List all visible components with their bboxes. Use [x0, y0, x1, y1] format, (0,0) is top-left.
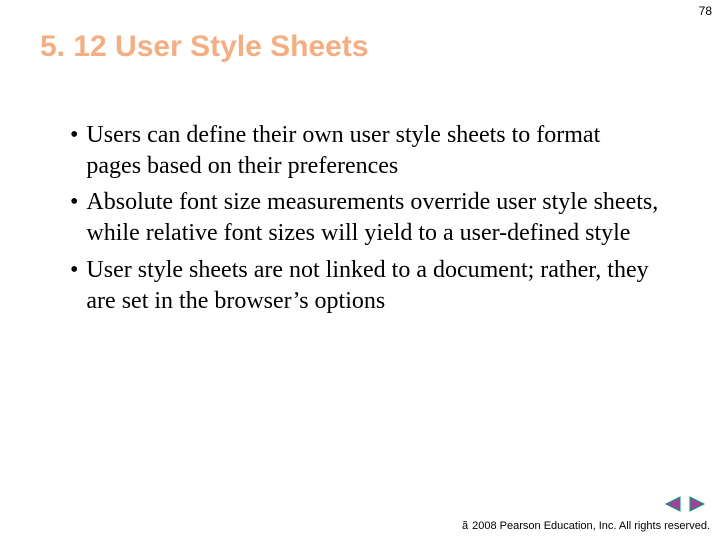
- bullet-item: • User style sheets are not linked to a …: [70, 255, 660, 316]
- prev-slide-button[interactable]: [664, 496, 682, 512]
- bullet-text: Users can define their own user style sh…: [86, 120, 660, 181]
- bullet-dot-icon: •: [70, 187, 78, 218]
- bullet-dot-icon: •: [70, 255, 78, 286]
- triangle-right-icon: [688, 496, 706, 512]
- bullet-text: Absolute font size measurements override…: [86, 187, 660, 248]
- page-number: 78: [699, 4, 712, 18]
- bullet-dot-icon: •: [70, 120, 78, 151]
- slide: 78 5. 12 User Style Sheets • Users can d…: [0, 0, 720, 540]
- copyright-symbol: ã: [462, 520, 468, 532]
- next-slide-button[interactable]: [688, 496, 706, 512]
- nav-controls: [664, 496, 706, 512]
- bullet-item: • Absolute font size measurements overri…: [70, 187, 660, 248]
- bullet-text: User style sheets are not linked to a do…: [86, 255, 660, 316]
- triangle-left-icon: [664, 496, 682, 512]
- slide-body: • Users can define their own user style …: [70, 120, 660, 322]
- footer: ã 2008 Pearson Education, Inc. All right…: [462, 520, 710, 532]
- footer-text: 2008 Pearson Education, Inc. All rights …: [472, 520, 710, 532]
- bullet-item: • Users can define their own user style …: [70, 120, 660, 181]
- slide-title: 5. 12 User Style Sheets: [40, 30, 369, 64]
